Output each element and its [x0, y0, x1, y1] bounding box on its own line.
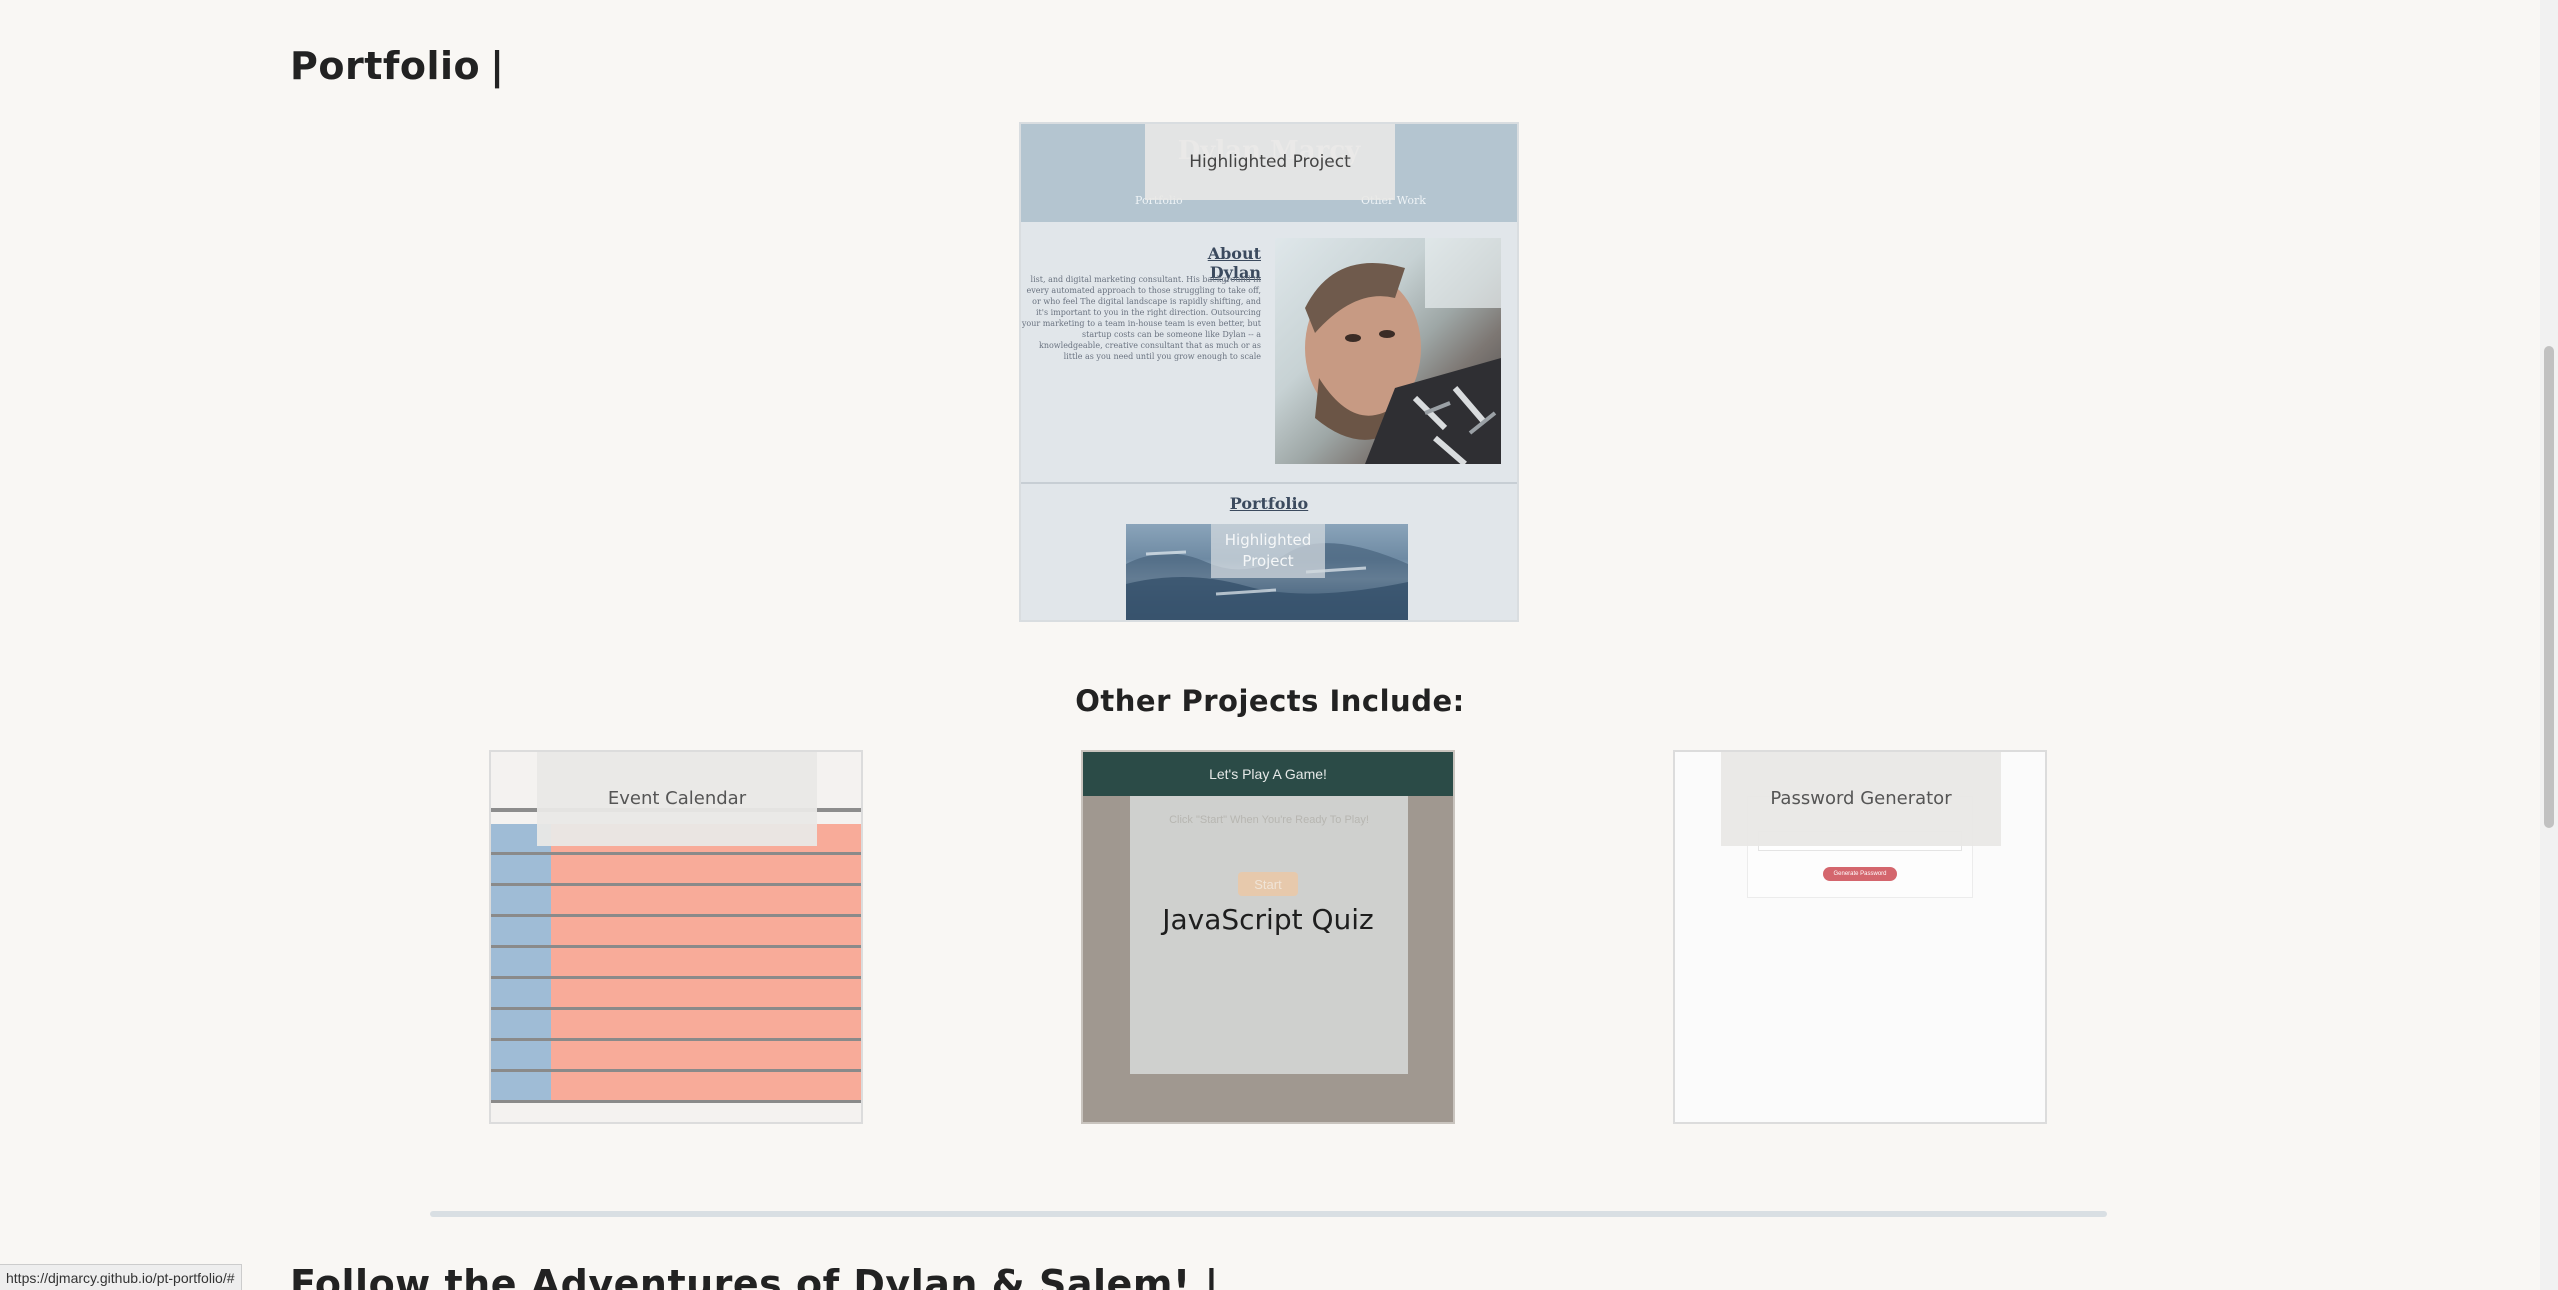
- section-divider: [430, 1211, 2107, 1217]
- calendar-row: [491, 979, 861, 1010]
- password-generator-card[interactable]: Generate Password Password Generator: [1673, 750, 2047, 1124]
- calendar-row: [491, 886, 861, 917]
- javascript-quiz-card[interactable]: Let's Play A Game! Click "Start" When Yo…: [1081, 750, 1455, 1124]
- calendar-row: [491, 948, 861, 979]
- thumbnail-highlighted-label: Highlighted Project: [1211, 524, 1325, 578]
- follow-heading: Follow the Adventures of Dylan & Salem! …: [290, 1262, 1219, 1290]
- portfolio-heading: Portfolio |: [290, 44, 505, 88]
- status-bar-url: https://djmarcy.github.io/pt-portfolio/#: [0, 1264, 242, 1290]
- quiz-preview-start-button: Start: [1238, 872, 1298, 896]
- preview-divider: [1021, 482, 1517, 484]
- javascript-quiz-label: JavaScript Quiz: [1162, 903, 1374, 936]
- event-calendar-label: Event Calendar: [537, 752, 817, 846]
- calendar-row: [491, 1010, 861, 1041]
- heading-cursor: |: [490, 44, 505, 88]
- scrollbar-thumb[interactable]: [2544, 346, 2554, 828]
- preview-portfolio-title: Portfolio: [1229, 494, 1309, 513]
- calendar-row: [491, 1041, 861, 1072]
- portfolio-heading-text: Portfolio: [290, 44, 481, 88]
- featured-project-card[interactable]: Dylan Marcy Portfolio Other Work Highlig…: [1019, 122, 1519, 622]
- calendar-grid: [491, 824, 861, 1103]
- preview-highlighted-thumbnail: Highlighted Project: [1126, 524, 1408, 620]
- password-preview-button: Generate Password: [1823, 867, 1897, 881]
- profile-photo: [1275, 238, 1501, 464]
- calendar-row: [491, 855, 861, 886]
- highlighted-project-label: Highlighted Project: [1145, 124, 1395, 200]
- calendar-row: [491, 1072, 861, 1103]
- calendar-row: [491, 917, 861, 948]
- quiz-preview-header: Let's Play A Game!: [1083, 752, 1453, 796]
- quiz-preview-instructions: Click "Start" When You're Ready To Play!: [1169, 814, 1369, 826]
- password-generator-label: Password Generator: [1721, 752, 2001, 846]
- vertical-scrollbar[interactable]: [2540, 0, 2558, 1290]
- other-projects-heading: Other Projects Include:: [1075, 684, 1465, 718]
- event-calendar-card[interactable]: Event Calendar: [489, 750, 863, 1124]
- preview-about-text: list, and digital marketing consultant. …: [1021, 275, 1261, 361]
